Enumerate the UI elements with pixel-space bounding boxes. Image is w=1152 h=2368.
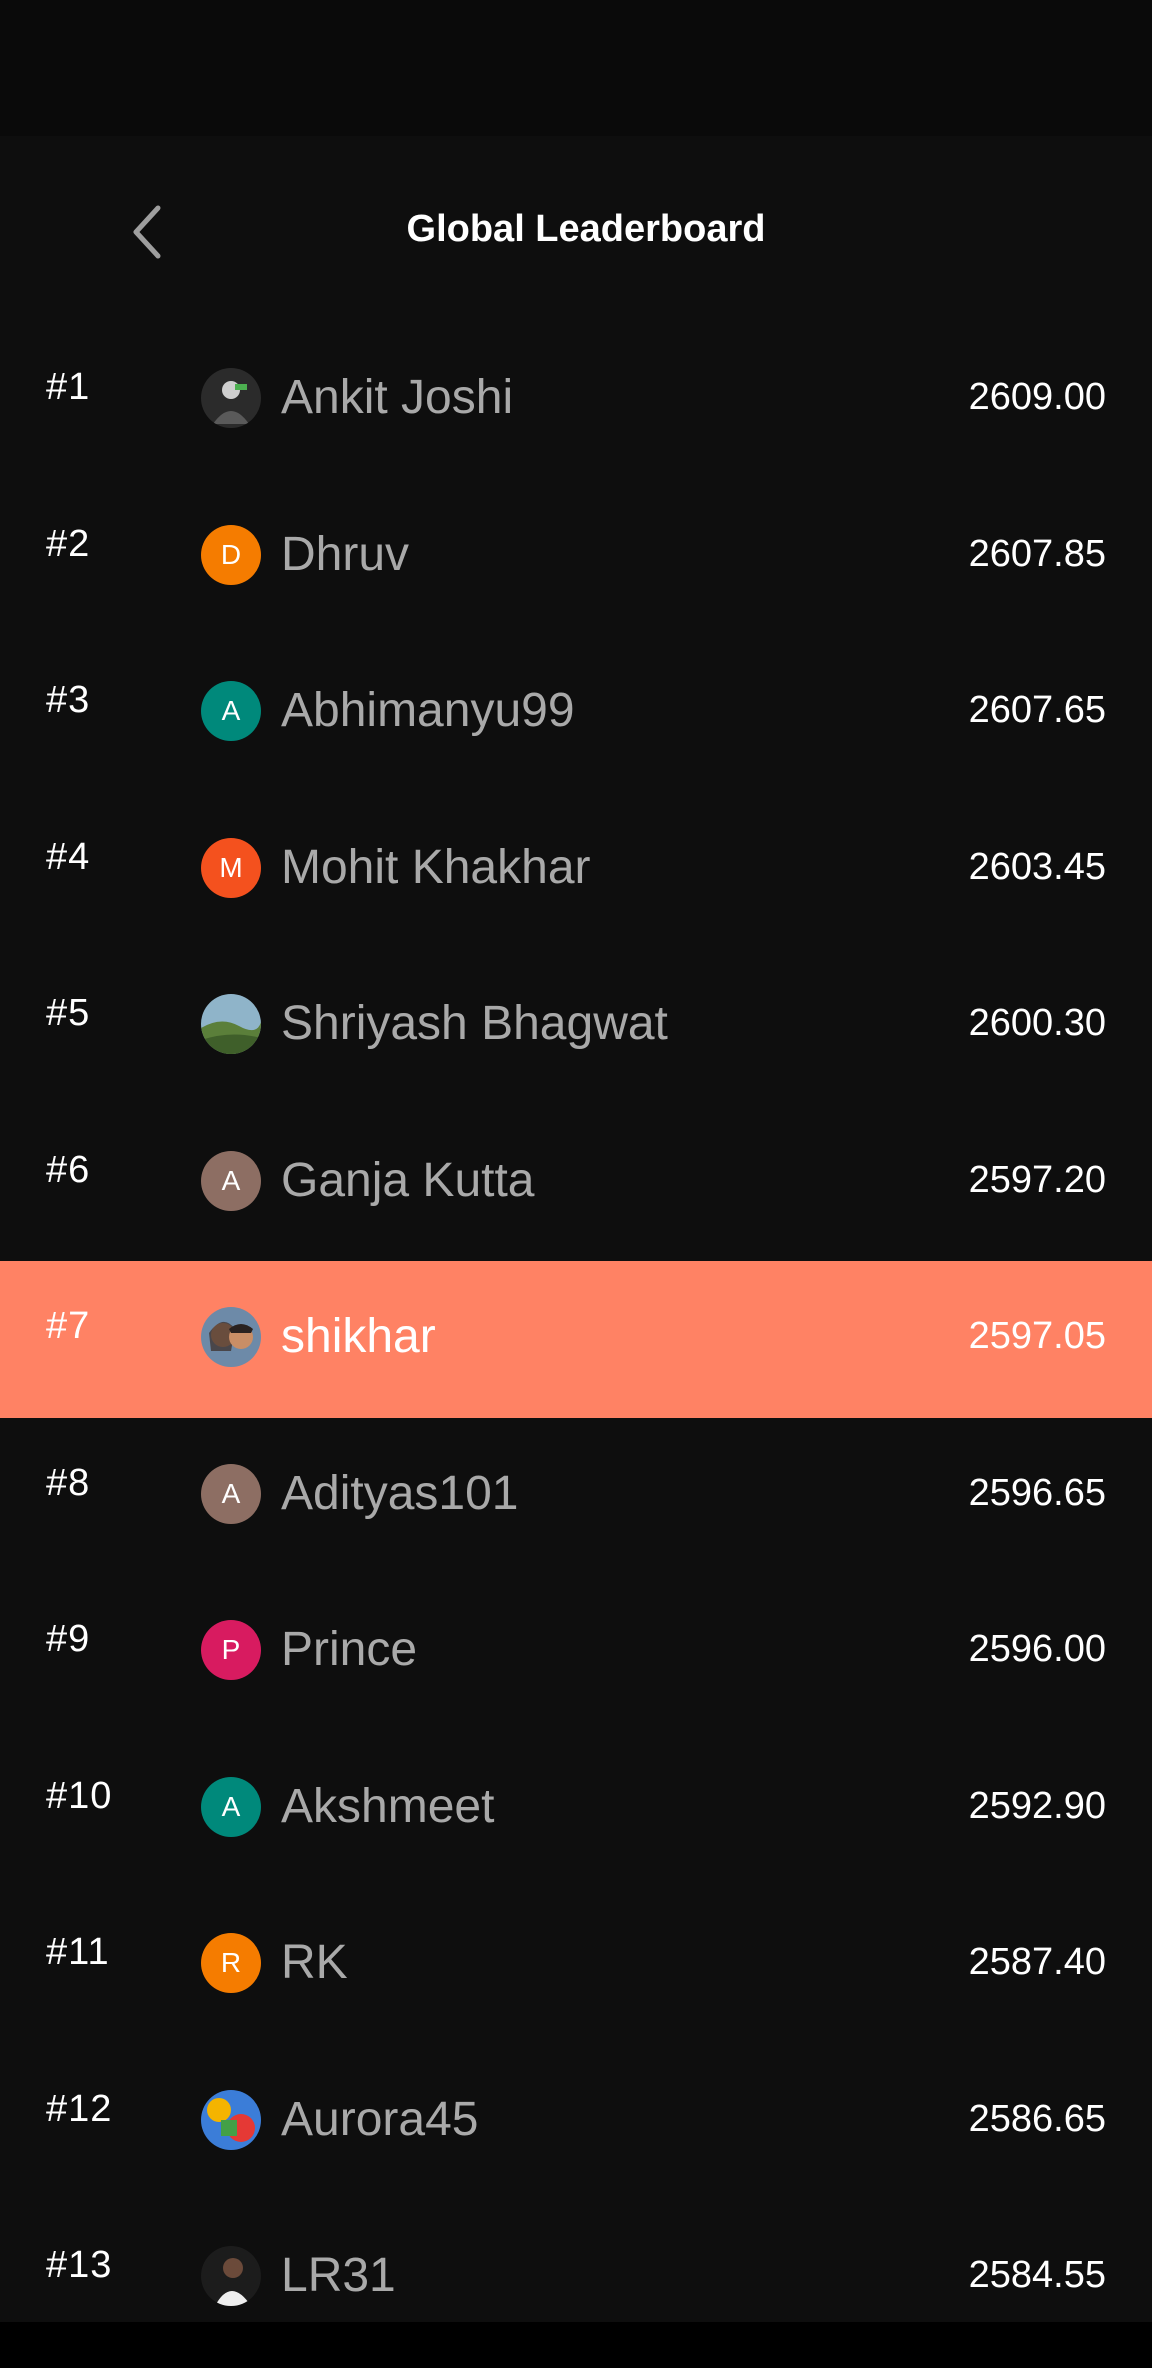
leaderboard-row[interactable]: #2 D Dhruv 2607.85 — [0, 479, 1152, 636]
player-score: 2586.65 — [968, 2097, 1106, 2140]
avatar — [201, 368, 261, 428]
player-score: 2596.65 — [968, 1471, 1106, 1514]
player-score: 2592.90 — [968, 1784, 1106, 1827]
chevron-left-icon — [126, 202, 166, 262]
avatar: A — [201, 1150, 261, 1211]
leaderboard-row[interactable]: #3 A Abhimanyu99 2607.65 — [0, 635, 1152, 792]
leaderboard-row-current-user[interactable]: #7 shikhar 2597.05 — [0, 1261, 1152, 1418]
system-nav-bar — [0, 2322, 1152, 2368]
player-name: Dhruv — [281, 527, 410, 581]
avatar: M — [201, 837, 261, 898]
back-button[interactable] — [110, 196, 182, 268]
leaderboard-row[interactable]: #12 Aurora45 2586.65 — [0, 2044, 1152, 2201]
rank-label: #8 — [46, 1461, 91, 1504]
rank-label: #11 — [46, 1931, 110, 1973]
app-header: Global Leaderboard — [0, 136, 1152, 322]
player-name: Ganja Kutta — [281, 1153, 535, 1207]
rank-label: #1 — [46, 366, 91, 408]
player-score: 2596.00 — [968, 1628, 1106, 1670]
avatar — [201, 2089, 261, 2150]
player-name: RK — [281, 1936, 348, 1989]
player-name: Akshmeet — [281, 1779, 495, 1833]
player-score: 2609.00 — [968, 376, 1106, 418]
rank-label: #10 — [46, 1774, 113, 1817]
player-name: Ankit Joshi — [281, 371, 514, 424]
leaderboard-row[interactable]: #10 A Akshmeet 2592.90 — [0, 1731, 1152, 1888]
status-bar — [0, 0, 1152, 136]
player-score: 2607.65 — [968, 689, 1106, 731]
landscape-photo-icon — [201, 994, 261, 1054]
leaderboard-row[interactable]: #8 A Adityas101 2596.65 — [0, 1418, 1152, 1575]
player-name: LR31 — [281, 2249, 396, 2302]
avatar: A — [201, 681, 261, 741]
player-score: 2603.45 — [968, 845, 1106, 888]
player-name: shikhar — [281, 1310, 436, 1363]
avatar — [201, 1307, 261, 1367]
rank-label: #13 — [46, 2244, 113, 2286]
player-score: 2607.85 — [968, 532, 1106, 575]
couple-photo-icon — [201, 1307, 261, 1367]
colorful-photo-icon — [201, 2089, 261, 2150]
player-score: 2584.55 — [968, 2254, 1106, 2296]
rank-label: #2 — [46, 522, 91, 565]
player-name: Prince — [281, 1623, 418, 1676]
leaderboard-list: #1 Ankit Joshi 2609.00 #2 D Dhruv 2607.8… — [0, 322, 1152, 2357]
leaderboard-row[interactable]: #1 Ankit Joshi 2609.00 — [0, 322, 1152, 479]
rank-label: #12 — [46, 2087, 113, 2130]
player-score: 2587.40 — [968, 1941, 1106, 1983]
rank-label: #5 — [46, 992, 91, 1034]
player-name: Adityas101 — [281, 1466, 519, 1520]
avatar: R — [201, 1933, 261, 1993]
avatar — [201, 994, 261, 1054]
rank-label: #3 — [46, 679, 91, 721]
avatar — [201, 2246, 261, 2306]
person-photo-icon — [201, 2246, 261, 2306]
leaderboard-row[interactable]: #5 Shriyash Bhagwat 2600.30 — [0, 948, 1152, 1105]
avatar: P — [201, 1620, 261, 1680]
rank-label: #4 — [46, 835, 91, 878]
leaderboard-row[interactable]: #6 A Ganja Kutta 2597.20 — [0, 1105, 1152, 1262]
rank-label: #6 — [46, 1148, 91, 1191]
avatar: A — [201, 1463, 261, 1524]
player-score: 2600.30 — [968, 1002, 1106, 1044]
leaderboard-row[interactable]: #11 R RK 2587.40 — [0, 1887, 1152, 2044]
player-name: Abhimanyu99 — [281, 684, 575, 737]
rank-label: #9 — [46, 1618, 91, 1660]
player-name: Shriyash Bhagwat — [281, 997, 668, 1050]
player-score: 2597.05 — [968, 1315, 1106, 1357]
player-name: Mohit Khakhar — [281, 840, 591, 894]
player-score: 2597.20 — [968, 1158, 1106, 1201]
avatar: A — [201, 1776, 261, 1837]
leaderboard-row[interactable]: #4 M Mohit Khakhar 2603.45 — [0, 792, 1152, 949]
leaderboard-row[interactable]: #9 P Prince 2596.00 — [0, 1574, 1152, 1731]
player-name: Aurora45 — [281, 2092, 479, 2146]
rank-label: #7 — [46, 1305, 91, 1347]
avatar: D — [201, 524, 261, 585]
user-photo-icon — [201, 368, 261, 428]
